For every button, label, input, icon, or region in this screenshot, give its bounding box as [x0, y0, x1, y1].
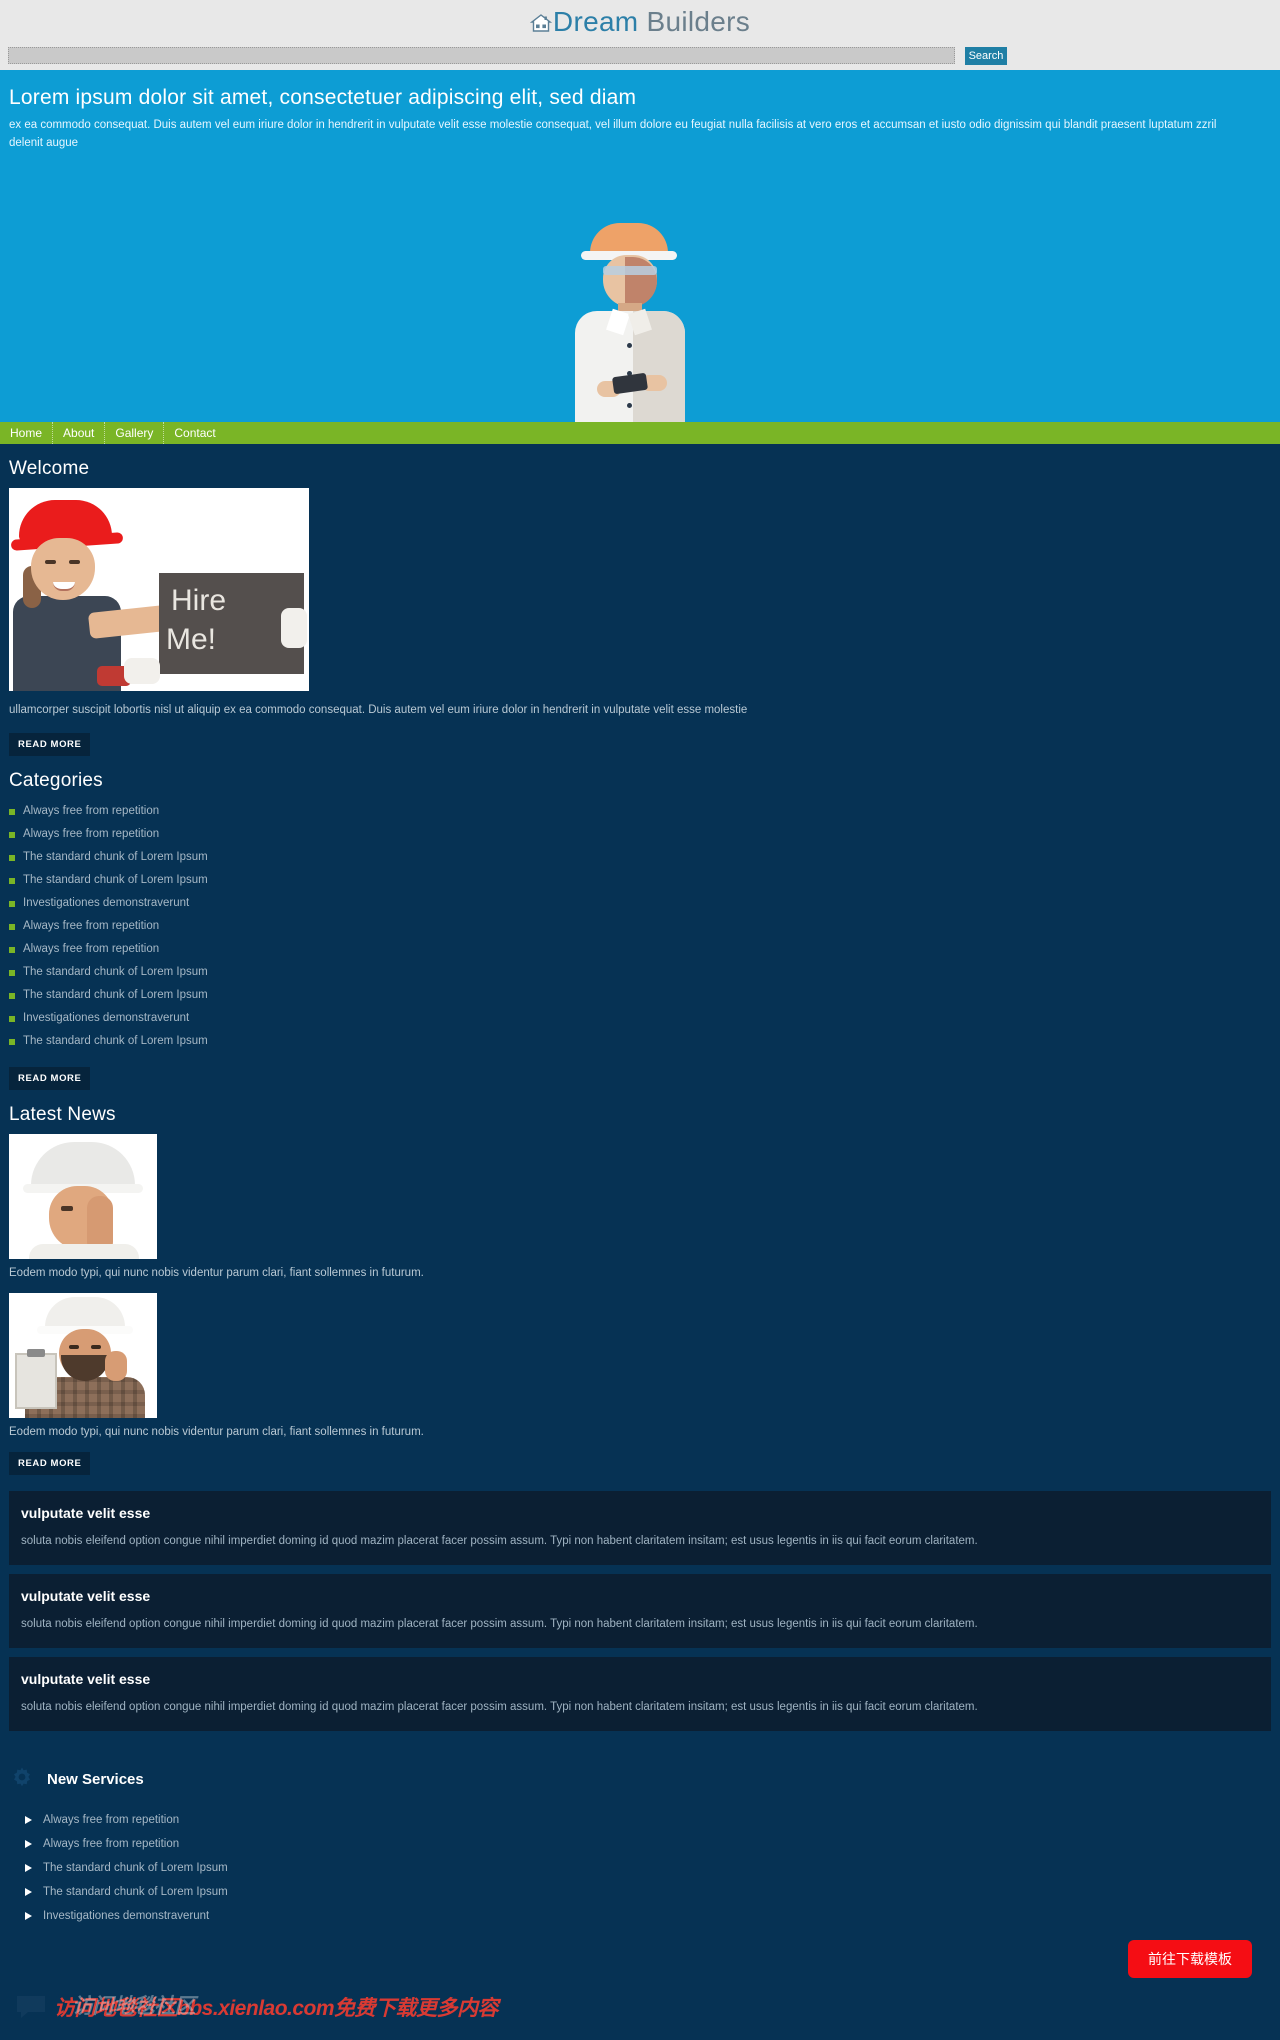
list-item[interactable]: The standard chunk of Lorem Ipsum — [25, 1880, 1271, 1904]
feature-panel[interactable]: vulputate velit esse soluta nobis eleife… — [9, 1491, 1271, 1565]
panel-title: vulputate velit esse — [21, 1671, 151, 1687]
site-logo[interactable]: Dream Builders — [0, 0, 1280, 41]
watermark-ghost: 访问地毯社区 — [72, 1995, 196, 2018]
services-list: Always free from repetition Always free … — [9, 1808, 1271, 1928]
news-image-2 — [9, 1293, 157, 1418]
services-heading: New Services — [47, 1770, 144, 1788]
top-bar: Dream Builders — [0, 0, 1280, 45]
list-item[interactable]: Always free from repetition — [9, 800, 1271, 823]
gear-icon — [9, 1766, 35, 1792]
panel-text: soluta nobis eleifend option congue nihi… — [21, 1701, 978, 1713]
list-item[interactable]: The standard chunk of Lorem Ipsum — [9, 846, 1271, 869]
news-image-1 — [9, 1134, 157, 1259]
main-navigation: Home About Gallery Contact — [0, 422, 1280, 444]
search-input[interactable] — [8, 47, 955, 64]
house-icon — [529, 9, 552, 41]
welcome-read-more-button[interactable]: READ MORE — [9, 733, 91, 756]
download-template-button[interactable]: 前往下载模板 — [1128, 1940, 1252, 1978]
main-content: Welcome Hire Me! ullamcorper suscipit lo… — [0, 458, 1280, 1475]
news-read-more-button[interactable]: READ MORE — [9, 1452, 91, 1475]
list-item[interactable]: Investigationes demonstraverunt — [9, 1007, 1271, 1030]
categories-list: Always free from repetition Always free … — [9, 800, 1271, 1053]
list-item[interactable]: The standard chunk of Lorem Ipsum — [9, 961, 1271, 984]
welcome-image: Hire Me! — [9, 488, 309, 691]
feature-panel[interactable]: vulputate velit esse soluta nobis eleife… — [9, 1657, 1271, 1731]
welcome-sign-line2: Me! — [166, 623, 217, 656]
new-services-section: New Services Always free from repetition… — [0, 1740, 1280, 1928]
panel-text: soluta nobis eleifend option congue nihi… — [21, 1535, 978, 1547]
feature-panels: vulputate velit esse soluta nobis eleife… — [0, 1491, 1280, 1731]
list-item[interactable]: Always free from repetition — [9, 823, 1271, 846]
feature-panel[interactable]: vulputate velit esse soluta nobis eleife… — [9, 1574, 1271, 1648]
news-caption-1: Eodem modo typi, qui nunc nobis videntur… — [9, 1267, 424, 1279]
brand-name-strong: Dream — [552, 6, 639, 37]
list-item[interactable]: Always free from repetition — [25, 1808, 1271, 1832]
welcome-heading: Welcome — [9, 458, 90, 479]
list-item[interactable]: Always free from repetition — [9, 938, 1271, 961]
brand-name-light: Builders — [638, 6, 751, 37]
news-caption-2: Eodem modo typi, qui nunc nobis videntur… — [9, 1426, 424, 1438]
speech-bubble-icon — [14, 1994, 48, 2020]
categories-heading: Categories — [9, 770, 103, 791]
list-item[interactable]: The standard chunk of Lorem Ipsum — [9, 869, 1271, 892]
nav-item-gallery[interactable]: Gallery — [105, 422, 165, 444]
hero-description: ex ea commodo consequat. Duis autem vel … — [9, 119, 1217, 149]
list-item[interactable]: Always free from repetition — [25, 1832, 1271, 1856]
watermark-text: 访问地毯社区bbs.xienlao.com免费下载更多内容 访问地毯社区 — [54, 1992, 499, 2022]
panel-title: vulputate velit esse — [21, 1505, 151, 1521]
latest-news-heading: Latest News — [9, 1104, 116, 1125]
list-item[interactable]: Investigationes demonstraverunt — [9, 892, 1271, 915]
list-item[interactable]: The standard chunk of Lorem Ipsum — [9, 984, 1271, 1007]
watermark-main: 访问地毯社区bbs.xienlao.com免费下载更多内容 — [54, 1997, 499, 2020]
hero-engineer-image — [555, 223, 703, 422]
panel-text: soluta nobis eleifend option congue nihi… — [21, 1618, 978, 1630]
list-item[interactable]: Investigationes demonstraverunt — [25, 1904, 1271, 1928]
list-item[interactable]: The standard chunk of Lorem Ipsum — [9, 1030, 1271, 1053]
list-item[interactable]: Always free from repetition — [9, 915, 1271, 938]
hero-banner: Lorem ipsum dolor sit amet, consectetuer… — [0, 70, 1280, 422]
nav-item-about[interactable]: About — [53, 422, 106, 444]
services-header: New Services — [9, 1766, 1271, 1792]
hero-title: Lorem ipsum dolor sit amet, consectetuer… — [9, 86, 637, 109]
nav-item-contact[interactable]: Contact — [164, 422, 225, 444]
list-item[interactable]: The standard chunk of Lorem Ipsum — [25, 1856, 1271, 1880]
watermark-overlay: 访问地毯社区bbs.xienlao.com免费下载更多内容 访问地毯社区 — [14, 1992, 499, 2022]
search-button[interactable]: Search — [965, 47, 1007, 65]
welcome-sign-line1: Hire — [171, 584, 227, 617]
welcome-text: ullamcorper suscipit lobortis nisl ut al… — [9, 704, 748, 716]
categories-read-more-button[interactable]: READ MORE — [9, 1067, 91, 1090]
search-bar: Search — [0, 45, 1280, 70]
nav-item-home[interactable]: Home — [0, 422, 54, 444]
panel-title: vulputate velit esse — [21, 1588, 151, 1604]
